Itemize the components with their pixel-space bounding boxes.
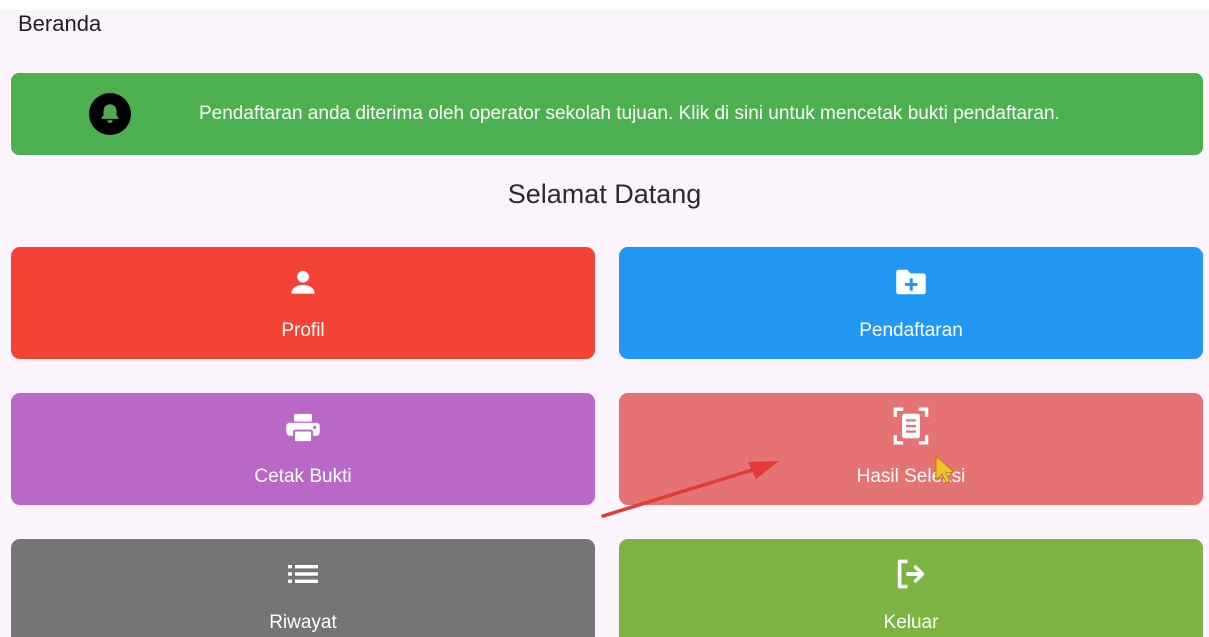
page: Beranda Pendaftaran anda diterima oleh o… <box>0 0 1209 637</box>
notification-banner[interactable]: Pendaftaran anda diterima oleh operator … <box>11 73 1203 155</box>
pendaftaran-button[interactable]: Pendaftaran <box>619 247 1203 359</box>
bell-icon <box>89 93 131 135</box>
profil-label: Profil <box>281 320 325 341</box>
page-title: Beranda <box>18 11 102 36</box>
cetak-bukti-button[interactable]: Cetak Bukti <box>11 393 595 505</box>
riwayat-label: Riwayat <box>269 612 337 633</box>
printer-icon <box>11 413 595 444</box>
profil-button[interactable]: Profil <box>11 247 595 359</box>
user-icon <box>11 267 595 297</box>
pendaftaran-label: Pendaftaran <box>859 320 963 341</box>
riwayat-button[interactable]: Riwayat <box>11 539 595 637</box>
logout-icon <box>619 559 1203 589</box>
cetak-bukti-label: Cetak Bukti <box>254 466 352 487</box>
folder-plus-icon <box>619 267 1203 297</box>
keluar-button[interactable]: Keluar <box>619 539 1203 637</box>
welcome-heading: Selamat Datang <box>507 179 702 209</box>
keluar-label: Keluar <box>883 612 939 633</box>
list-icon <box>11 559 595 589</box>
hasil-seleksi-label: Hasil Seleksi <box>856 466 966 487</box>
hasil-seleksi-button[interactable]: Hasil Seleksi <box>619 393 1203 505</box>
document-scan-icon <box>619 407 1203 445</box>
notification-text: Pendaftaran anda diterima oleh operator … <box>199 103 1060 124</box>
